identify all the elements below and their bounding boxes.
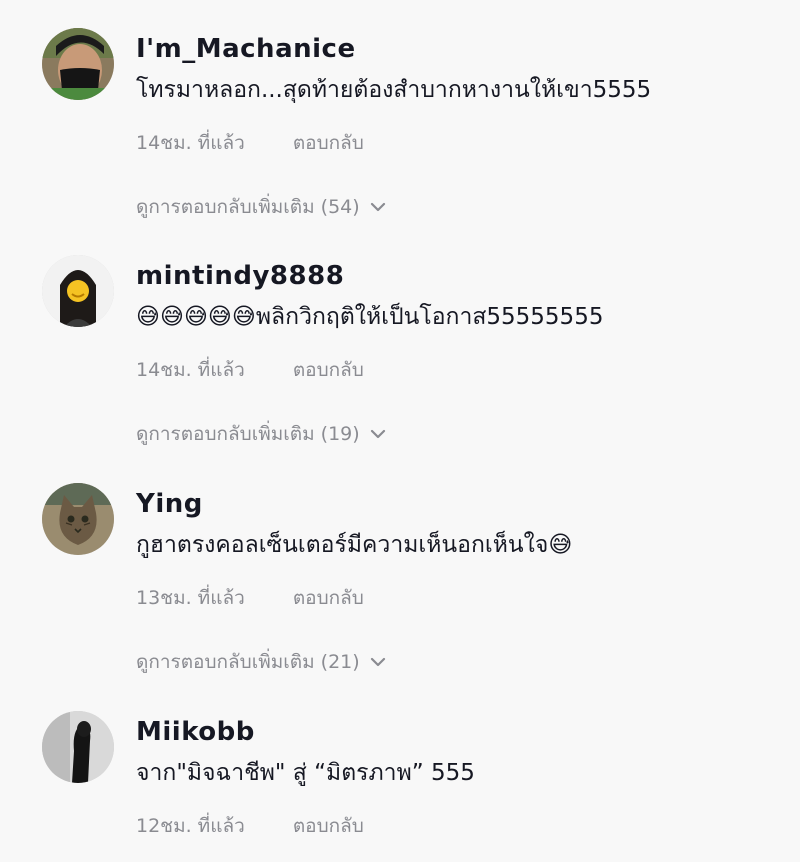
view-more-replies-label: ดูการตอบกลับเพิ่มเติม (19) xyxy=(136,423,360,445)
comment-meta: 14ชม. ที่แล้ว ตอบกลับ xyxy=(136,128,364,158)
comment-text: กูฮาตรงคอลเซ็นเตอร์มีความเห็นอกเห็นใจ😅 xyxy=(136,532,573,558)
avatar[interactable] xyxy=(42,483,114,555)
comment-meta: 13ชม. ที่แล้ว ตอบกลับ xyxy=(136,583,364,613)
reply-button[interactable]: ตอบกลับ xyxy=(293,815,364,837)
comment-text: จาก"มิจฉาชีพ" สู่ “มิตรภาพ” 555 xyxy=(136,760,475,786)
man-with-black-mask-avatar xyxy=(42,28,114,100)
chevron-down-icon xyxy=(370,657,385,667)
timestamp: 12ชม. ที่แล้ว xyxy=(136,815,245,837)
dark-silhouette-avatar xyxy=(42,711,114,783)
view-more-replies-label: ดูการตอบกลับเพิ่มเติม (54) xyxy=(136,196,360,218)
view-more-replies-label: ดูการตอบกลับเพิ่มเติม (21) xyxy=(136,651,360,673)
comment-text: 😅😅😅😅😅พลิกวิกฤติให้เป็นโอกาส55555555 xyxy=(136,304,604,330)
username[interactable]: mintindy8888 xyxy=(136,261,344,291)
comment-meta: 12ชม. ที่แล้ว ตอบกลับ xyxy=(136,811,364,841)
view-more-replies-button[interactable]: ดูการตอบกลับเพิ่มเติม (19) xyxy=(136,419,386,449)
username[interactable]: Miikobb xyxy=(136,717,255,747)
view-more-replies-button[interactable]: ดูการตอบกลับเพิ่มเติม (21) xyxy=(136,647,386,677)
avatar[interactable] xyxy=(42,28,114,100)
reply-button[interactable]: ตอบกลับ xyxy=(293,132,364,154)
timestamp: 14ชม. ที่แล้ว xyxy=(136,132,245,154)
reply-button[interactable]: ตอบกลับ xyxy=(293,359,364,381)
timestamp: 14ชม. ที่แล้ว xyxy=(136,359,245,381)
comment-meta: 14ชม. ที่แล้ว ตอบกลับ xyxy=(136,355,364,385)
avatar[interactable] xyxy=(42,711,114,783)
chevron-down-icon xyxy=(370,202,385,212)
username[interactable]: Ying xyxy=(136,489,203,519)
cat-avatar xyxy=(42,483,114,555)
woman-with-emoji-face-avatar xyxy=(42,255,114,327)
chevron-down-icon xyxy=(370,429,385,439)
avatar[interactable] xyxy=(42,255,114,327)
view-more-replies-button[interactable]: ดูการตอบกลับเพิ่มเติม (54) xyxy=(136,192,386,222)
timestamp: 13ชม. ที่แล้ว xyxy=(136,587,245,609)
reply-button[interactable]: ตอบกลับ xyxy=(293,587,364,609)
comment-text: โทรมาหลอก...สุดท้ายต้องสำบากหางานให้เขา5… xyxy=(136,77,652,103)
username[interactable]: I'm_Machanice xyxy=(136,34,356,64)
